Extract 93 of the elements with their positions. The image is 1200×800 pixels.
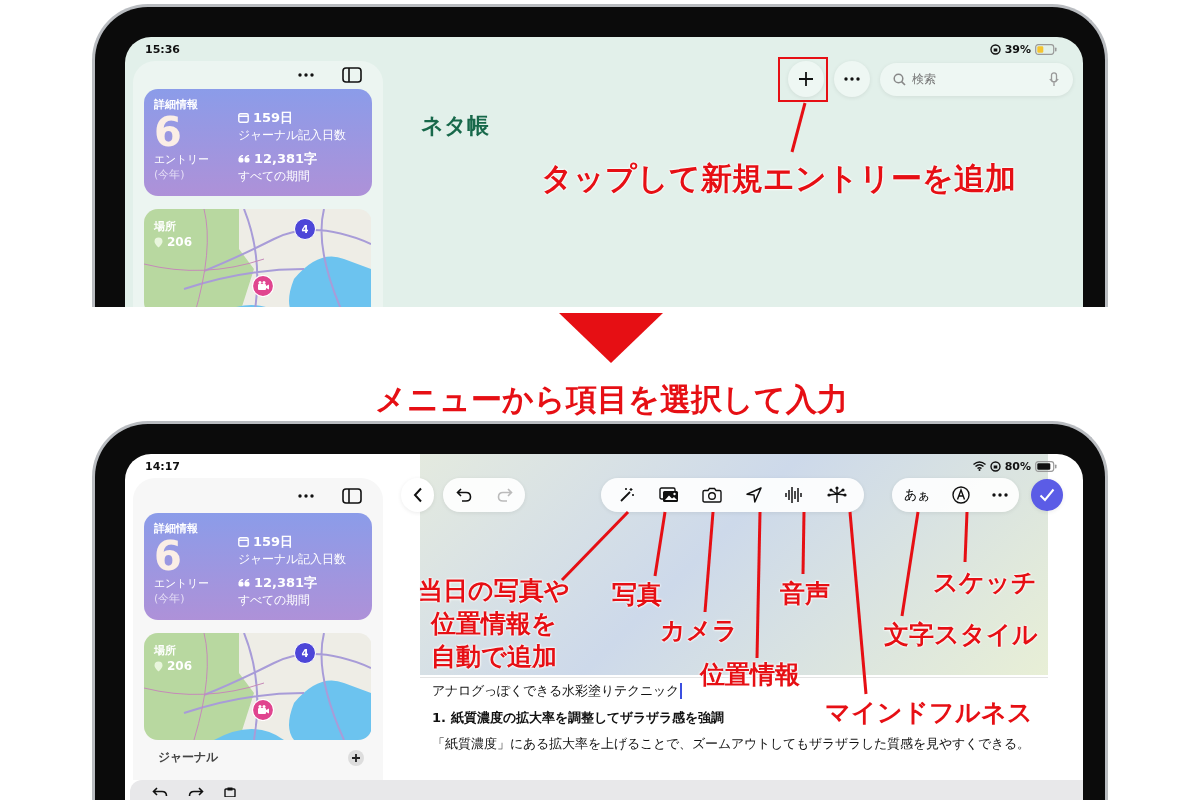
checkmark-icon <box>1039 488 1056 502</box>
map-card[interactable]: 場所 206 4 <box>144 633 372 740</box>
stat-value: 159日 <box>253 532 294 551</box>
callout-label: マインドフルネス <box>825 697 1033 729</box>
leader-line <box>790 102 807 153</box>
clipboard-icon[interactable] <box>224 787 236 797</box>
text-cursor <box>680 683 682 699</box>
callout-label: 位置情報 <box>700 659 800 691</box>
card-title: 詳細情報 <box>154 521 199 536</box>
leader-line <box>560 510 630 582</box>
leader-line <box>653 511 667 577</box>
orientation-lock-icon <box>989 43 1001 55</box>
more-button[interactable] <box>834 61 870 97</box>
camera-pin-icon[interactable] <box>252 699 274 721</box>
back-button[interactable] <box>401 478 435 512</box>
more-icon[interactable] <box>298 493 314 498</box>
entry-heading: 1. 紙質濃度の拡大率を調整してザラザラ感を強調 <box>432 709 724 727</box>
more-icon <box>844 77 860 81</box>
flower-icon[interactable] <box>826 486 847 504</box>
status-time: 15:36 <box>145 42 180 56</box>
entry-paragraph: 「紙質濃度」にある拡大率を上げることで、ズームアウトしてもザラザラした質感を見やすくできる。 <box>432 735 1031 753</box>
pin-icon <box>154 660 163 672</box>
photos-icon[interactable] <box>658 487 679 503</box>
annotation-label: タップして新規エントリーを追加 <box>541 159 1016 198</box>
card-title: 場所 <box>154 219 176 234</box>
camera-pin-icon[interactable] <box>252 275 274 297</box>
undo-icon[interactable] <box>152 787 168 797</box>
entry-count: 6 <box>154 536 182 576</box>
sidebar-icon[interactable] <box>342 67 362 83</box>
period-label: (今年) <box>154 167 186 182</box>
down-triangle-icon <box>559 313 663 363</box>
sidebar-icon[interactable] <box>342 487 362 504</box>
plus-icon <box>798 71 814 87</box>
quote-icon <box>238 578 250 587</box>
camera-icon[interactable] <box>702 487 722 503</box>
battery-percent: 39% <box>1004 42 1031 56</box>
card-title: 詳細情報 <box>154 97 199 112</box>
stat-value: 12,381字 <box>254 573 318 592</box>
callout-label: 音声 <box>780 578 830 610</box>
callout-label: 写真 <box>612 579 662 611</box>
stat-label: すべての期間 <box>238 591 311 609</box>
entry-title[interactable]: アナログっぽくできる水彩塗りテクニック <box>432 682 679 700</box>
callout-label: 位置情報を <box>431 608 557 640</box>
callout-label: スケッチ <box>933 567 1037 599</box>
undo-icon[interactable] <box>455 488 472 502</box>
redo-icon[interactable] <box>188 787 204 797</box>
more-icon[interactable] <box>992 493 1009 497</box>
microphone-icon[interactable] <box>1049 71 1059 87</box>
calendar-icon <box>238 536 249 547</box>
text-style-button[interactable]: あぁ <box>903 486 930 504</box>
stat-label: ジャーナル記入日数 <box>238 126 346 144</box>
callout-label: 自動で追加 <box>431 641 557 673</box>
done-button[interactable] <box>1031 479 1063 511</box>
quote-icon <box>238 154 250 163</box>
chevron-left-icon <box>412 487 423 503</box>
place-count: 206 <box>167 659 193 673</box>
entry-count: 6 <box>154 112 182 152</box>
place-count: 206 <box>167 235 193 249</box>
location-arrow-icon[interactable] <box>745 487 762 503</box>
more-icon[interactable] <box>298 73 314 77</box>
search-field[interactable]: 検索 <box>880 62 1073 96</box>
add-entry-button[interactable] <box>788 61 824 97</box>
battery-percent: 80% <box>1004 459 1031 473</box>
map-card[interactable]: 場所 206 4 <box>144 209 372 307</box>
waveform-icon[interactable] <box>785 486 804 504</box>
entry-label: エントリー <box>154 152 210 167</box>
callout-label: カメラ <box>660 615 738 647</box>
stat-label: ジャーナル記入日数 <box>238 550 346 568</box>
pen-tip-icon[interactable] <box>951 486 970 504</box>
section-title: ジャーナル <box>158 749 218 766</box>
leader-line <box>801 511 806 575</box>
step-caption: メニューから項目を選択して入力 <box>374 380 848 419</box>
calendar-icon <box>238 112 249 123</box>
leader-line <box>963 511 969 563</box>
stat-value: 159日 <box>253 108 294 127</box>
battery-icon <box>1035 460 1057 472</box>
magic-wand-icon[interactable] <box>619 487 635 503</box>
journal-title: ネタ帳 <box>421 112 489 140</box>
wifi-icon <box>972 461 986 471</box>
highlight-box <box>778 57 828 102</box>
orientation-lock-icon <box>989 460 1001 472</box>
stat-value: 12,381字 <box>254 149 318 168</box>
callout-label: 文字スタイル <box>884 619 1038 651</box>
callout-label: 当日の写真や <box>418 575 570 607</box>
status-time: 14:17 <box>145 459 180 473</box>
search-icon <box>893 72 906 86</box>
pin-icon <box>154 236 163 248</box>
stat-label: すべての期間 <box>238 167 311 185</box>
period-label: (今年) <box>154 591 186 606</box>
card-title: 場所 <box>154 643 176 658</box>
battery-icon <box>1035 43 1057 55</box>
entry-label: エントリー <box>154 576 210 591</box>
add-icon[interactable] <box>348 749 364 766</box>
